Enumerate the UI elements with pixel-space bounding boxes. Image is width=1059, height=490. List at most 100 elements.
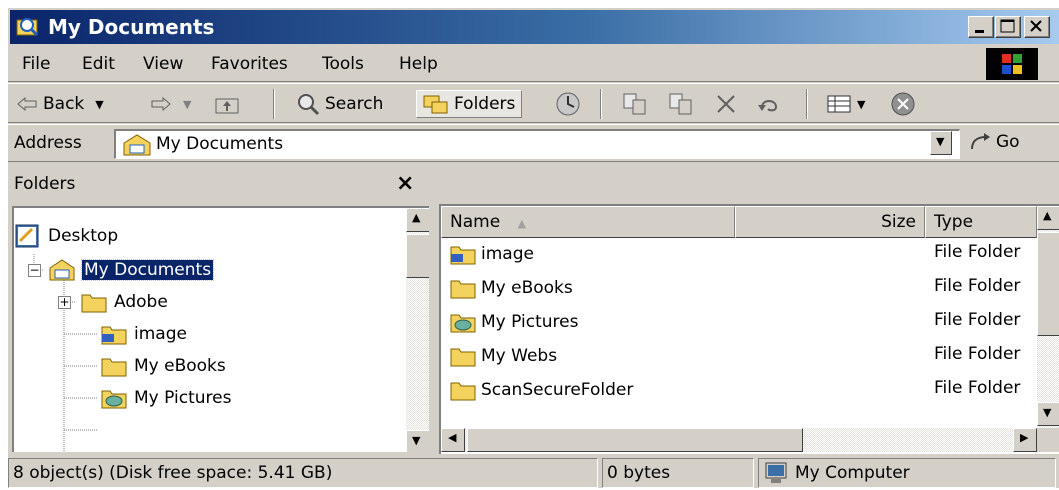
views-icon xyxy=(827,95,851,113)
forward-arrow-icon xyxy=(151,96,171,112)
file-name: My Pictures xyxy=(481,312,579,332)
address-dropdown-button[interactable]: ▼ xyxy=(930,131,952,155)
undo-button[interactable] xyxy=(756,90,782,118)
copy-to-button[interactable] xyxy=(668,90,694,118)
scroll-up-button[interactable]: ▲ xyxy=(406,208,429,232)
column-header-type[interactable]: Type xyxy=(925,206,1037,238)
delete-button[interactable] xyxy=(714,90,738,118)
menu-tools[interactable]: Tools xyxy=(322,52,364,76)
column-header-name[interactable]: Name ▲ xyxy=(441,206,735,238)
file-list: Name ▲ Size Type image File Folder My eB… xyxy=(439,204,1059,454)
close-pane-icon[interactable]: × xyxy=(396,171,414,196)
folders-pane: Folders × Desktop − My Documents + Adobe… xyxy=(8,166,429,452)
file-row[interactable]: My Webs File Folder xyxy=(441,340,1037,372)
tree-scrollbar[interactable]: ▲ ▼ xyxy=(406,208,429,452)
file-row[interactable]: My Pictures File Folder xyxy=(441,306,1037,338)
arrow-down-icon: ▼ xyxy=(1043,406,1052,419)
history-icon xyxy=(556,92,580,116)
menu-favorites[interactable]: Favorites xyxy=(211,52,288,76)
tree-label: My eBooks xyxy=(134,356,226,376)
scroll-down-button[interactable]: ▼ xyxy=(406,430,429,452)
explorer-window: My Documents File Edit View Favorites To… xyxy=(6,6,1059,488)
search-button[interactable]: Search xyxy=(296,90,383,118)
arrow-left-icon: ◀ xyxy=(448,431,457,444)
scroll-down-button[interactable]: ▼ xyxy=(1037,402,1059,426)
address-value: My Documents xyxy=(156,134,284,154)
chevron-down-icon: ▼ xyxy=(95,97,104,111)
my-computer-icon xyxy=(765,462,787,483)
address-input[interactable]: My Documents xyxy=(114,129,960,159)
scroll-right-button[interactable]: ▶ xyxy=(1013,428,1037,452)
title-bar[interactable]: My Documents xyxy=(10,10,1059,44)
address-label: Address xyxy=(14,133,82,153)
undo-icon xyxy=(758,100,778,112)
folders-button[interactable]: Folders xyxy=(416,90,523,118)
scroll-up-button[interactable]: ▲ xyxy=(1037,206,1059,230)
history-button[interactable] xyxy=(555,90,581,118)
address-bar: Address My Documents ▼ Go xyxy=(8,124,1059,162)
collapse-icon[interactable]: − xyxy=(28,264,41,277)
desktop-icon xyxy=(15,224,39,248)
standard-toolbar: Back ▼ ▼ Search Folders ▼ xyxy=(8,83,1059,123)
folder-icon xyxy=(450,280,476,299)
folders-label: Folders xyxy=(454,94,516,114)
move-to-button[interactable] xyxy=(622,90,648,118)
tree-item-my-pictures[interactable]: My Pictures xyxy=(100,382,231,414)
folders-pane-title: Folders xyxy=(14,174,76,194)
tree-item-desktop[interactable]: Desktop xyxy=(14,220,118,252)
views-button[interactable]: ▼ xyxy=(826,90,865,118)
back-button[interactable]: Back ▼ xyxy=(16,90,104,118)
column-header-size[interactable]: Size xyxy=(735,206,925,238)
tree-item-adobe[interactable]: Adobe xyxy=(80,286,168,318)
tree-item-my-ebooks[interactable]: My eBooks xyxy=(100,350,226,382)
my-documents-folder-icon xyxy=(123,134,151,156)
file-name: ScanSecureFolder xyxy=(481,380,634,400)
scroll-thumb[interactable] xyxy=(1037,232,1059,336)
stop-button[interactable] xyxy=(890,90,916,118)
menu-edit[interactable]: Edit xyxy=(82,52,115,76)
maximize-button[interactable] xyxy=(995,16,1021,38)
file-type: File Folder xyxy=(934,276,1021,296)
forward-button[interactable]: ▼ xyxy=(150,90,191,118)
file-row[interactable]: image File Folder xyxy=(441,238,1037,270)
special-folder-icon xyxy=(101,326,127,345)
close-button[interactable] xyxy=(1024,16,1050,38)
go-arrow-icon xyxy=(971,133,990,150)
tree-item-image[interactable]: image xyxy=(100,318,187,350)
file-row[interactable]: My eBooks File Folder xyxy=(441,272,1037,304)
menu-view[interactable]: View xyxy=(143,52,183,76)
file-row[interactable]: ScanSecureFolder File Folder xyxy=(441,374,1037,406)
pane-splitter[interactable] xyxy=(429,204,439,454)
pictures-folder-icon xyxy=(101,390,127,409)
menu-help[interactable]: Help xyxy=(399,52,438,76)
file-type: File Folder xyxy=(934,242,1021,262)
scroll-corner xyxy=(1037,428,1059,452)
file-list-vertical-scrollbar[interactable]: ▲ ▼ xyxy=(1037,206,1059,428)
up-folder-icon xyxy=(215,98,239,114)
menu-file[interactable]: File xyxy=(22,52,50,76)
search-label: Search xyxy=(325,94,384,114)
up-button[interactable] xyxy=(214,90,240,118)
stop-icon xyxy=(891,92,915,116)
file-list-horizontal-scrollbar[interactable]: ◀ ▶ xyxy=(441,428,1037,452)
close-icon xyxy=(1030,20,1042,32)
my-documents-icon xyxy=(16,18,39,37)
tree-label: My Pictures xyxy=(134,388,232,408)
arrow-down-icon: ▼ xyxy=(412,434,421,447)
tree-label: Adobe xyxy=(114,292,168,312)
toolbar-separator xyxy=(273,89,275,119)
scroll-left-button[interactable]: ◀ xyxy=(441,428,465,452)
move-to-icon xyxy=(623,93,646,115)
status-bar: 8 object(s) (Disk free space: 5.41 GB) 0… xyxy=(8,456,1059,490)
chevron-down-icon: ▼ xyxy=(936,135,945,148)
expand-icon[interactable]: + xyxy=(58,296,71,309)
file-type: File Folder xyxy=(934,344,1021,364)
windows-logo xyxy=(986,48,1038,80)
tree-item-my-documents[interactable]: My Documents xyxy=(48,254,215,286)
scroll-thumb[interactable] xyxy=(467,428,803,452)
scroll-thumb[interactable] xyxy=(406,234,429,278)
minimize-button[interactable] xyxy=(968,16,994,38)
chevron-down-icon: ▼ xyxy=(857,97,866,111)
special-folder-icon xyxy=(450,246,476,265)
go-button[interactable]: Go xyxy=(968,131,1020,153)
